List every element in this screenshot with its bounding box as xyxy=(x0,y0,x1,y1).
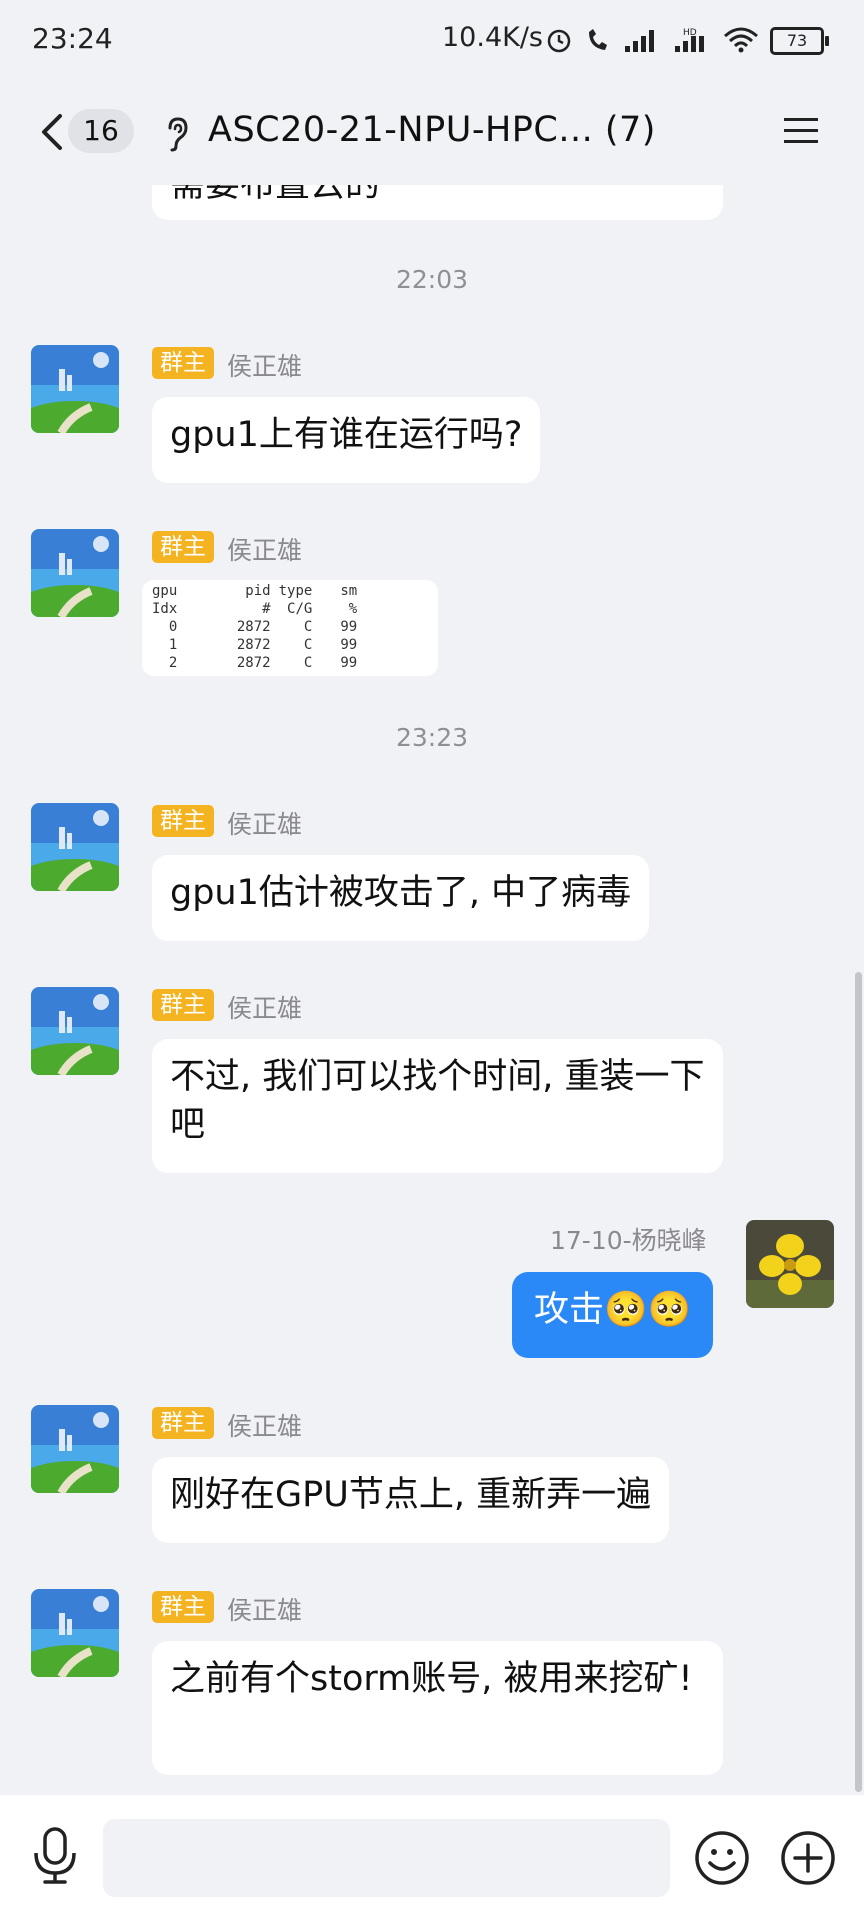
avatar[interactable] xyxy=(31,987,119,1075)
table-cell: 99 xyxy=(340,619,358,635)
table-cell: 99 xyxy=(340,655,358,671)
table-cell: 2 xyxy=(168,655,178,671)
table-cell: 2872 xyxy=(236,655,271,671)
avatar[interactable] xyxy=(31,529,119,617)
message-bubble[interactable]: 攻击🥺🥺 xyxy=(512,1272,714,1358)
table-row: 2 2872 C 99 xyxy=(152,654,365,672)
table-subheader: # xyxy=(262,601,271,617)
emoji-icon[interactable] xyxy=(694,1830,750,1886)
table-header: gpu xyxy=(152,583,178,599)
timestamp: 23:23 xyxy=(395,723,469,752)
sender-name[interactable]: 侯正雄 xyxy=(227,989,302,1025)
status-icons: HD xyxy=(545,20,759,60)
group-owner-badge: 群主 xyxy=(152,1591,214,1623)
group-owner-badge: 群主 xyxy=(152,531,214,563)
avatar[interactable] xyxy=(746,1220,834,1308)
missed-call-icon xyxy=(589,29,607,50)
gpu-table: gpu pid type sm Idx # C/G % 0 2872 C 99 … xyxy=(152,582,365,672)
table-cell: C xyxy=(303,619,313,635)
table-header: type xyxy=(278,583,313,599)
table-row: 1 2872 C 99 xyxy=(152,636,365,654)
sender-name[interactable]: 侯正雄 xyxy=(227,347,302,383)
message-bubble[interactable]: 刚好在GPU节点上, 重新弄一遍 xyxy=(152,1457,670,1543)
wifi-icon xyxy=(724,27,758,53)
table-cell: C xyxy=(303,655,313,671)
table-subheader: Idx xyxy=(152,601,178,617)
status-bar: 23:24 10.4K/s HD 73 xyxy=(0,0,864,80)
unread-count-badge[interactable]: 16 xyxy=(68,109,134,153)
message-bubble[interactable]: 不过, 我们可以找个时间, 重装一下吧 xyxy=(152,1039,723,1173)
avatar[interactable] xyxy=(31,1589,119,1677)
table-header: pid xyxy=(245,583,271,599)
message-text: 需要布置云的 xyxy=(170,185,381,205)
table-cell: 99 xyxy=(340,637,358,653)
battery-icon: 73 xyxy=(770,27,829,55)
sender-name[interactable]: 侯正雄 xyxy=(227,1407,302,1443)
message-bubble[interactable]: 之前有个storm账号, 被用来挖矿! xyxy=(152,1641,723,1775)
group-owner-badge: 群主 xyxy=(152,989,214,1021)
sender-name[interactable]: 侯正雄 xyxy=(227,805,302,841)
image-message[interactable]: gpu pid type sm Idx # C/G % 0 2872 C 99 … xyxy=(142,580,438,676)
table-subheader: C/G xyxy=(287,601,313,617)
group-owner-badge: 群主 xyxy=(152,805,214,837)
earpiece-mode-icon xyxy=(168,117,188,152)
chat-title[interactable]: ASC20-21-NPU-HPC... (7) xyxy=(208,110,656,150)
menu-icon[interactable] xyxy=(784,116,818,146)
network-speed: 10.4K/s xyxy=(442,22,543,53)
group-owner-badge: 群主 xyxy=(152,1407,214,1439)
group-owner-badge: 群主 xyxy=(152,347,214,379)
hd-signal-icon: HD xyxy=(675,28,704,52)
sender-name[interactable]: 侯正雄 xyxy=(227,531,302,567)
chat-header: 16 ASC20-21-NPU-HPC... (7) xyxy=(0,80,864,185)
sender-name[interactable]: 侯正雄 xyxy=(227,1591,302,1627)
plus-icon[interactable] xyxy=(780,1830,836,1886)
table-row: 0 2872 C 99 xyxy=(152,618,365,636)
signal-icon xyxy=(625,30,654,52)
table-cell: 0 xyxy=(168,619,178,635)
timestamp: 22:03 xyxy=(395,265,469,294)
scrollbar[interactable] xyxy=(855,972,862,1792)
table-cell: C xyxy=(303,637,313,653)
table-header: sm xyxy=(340,583,358,599)
alarm-icon xyxy=(547,29,571,53)
avatar[interactable] xyxy=(31,1405,119,1493)
back-icon[interactable] xyxy=(36,112,66,152)
table-cell: 1 xyxy=(168,637,178,653)
sender-name[interactable]: 17-10-杨晓峰 xyxy=(550,1221,707,1257)
message-bubble[interactable]: 需要布置云的 xyxy=(152,185,723,220)
table-subheader: % xyxy=(348,601,358,617)
message-input[interactable] xyxy=(103,1819,670,1897)
message-bubble[interactable]: gpu1估计被攻击了, 中了病毒 xyxy=(152,855,650,941)
avatar[interactable] xyxy=(31,345,119,433)
message-bubble[interactable]: gpu1上有谁在运行吗? xyxy=(152,397,541,483)
status-time: 23:24 xyxy=(32,22,113,55)
microphone-icon[interactable] xyxy=(30,1825,80,1885)
input-bar xyxy=(0,1795,864,1920)
message-list[interactable]: 需要布置云的 22:03 群主 侯正雄 gpu1上有谁在运行吗? 群主 侯正雄 … xyxy=(0,185,864,1795)
table-cell: 2872 xyxy=(236,637,271,653)
table-cell: 2872 xyxy=(236,619,271,635)
avatar[interactable] xyxy=(31,803,119,891)
